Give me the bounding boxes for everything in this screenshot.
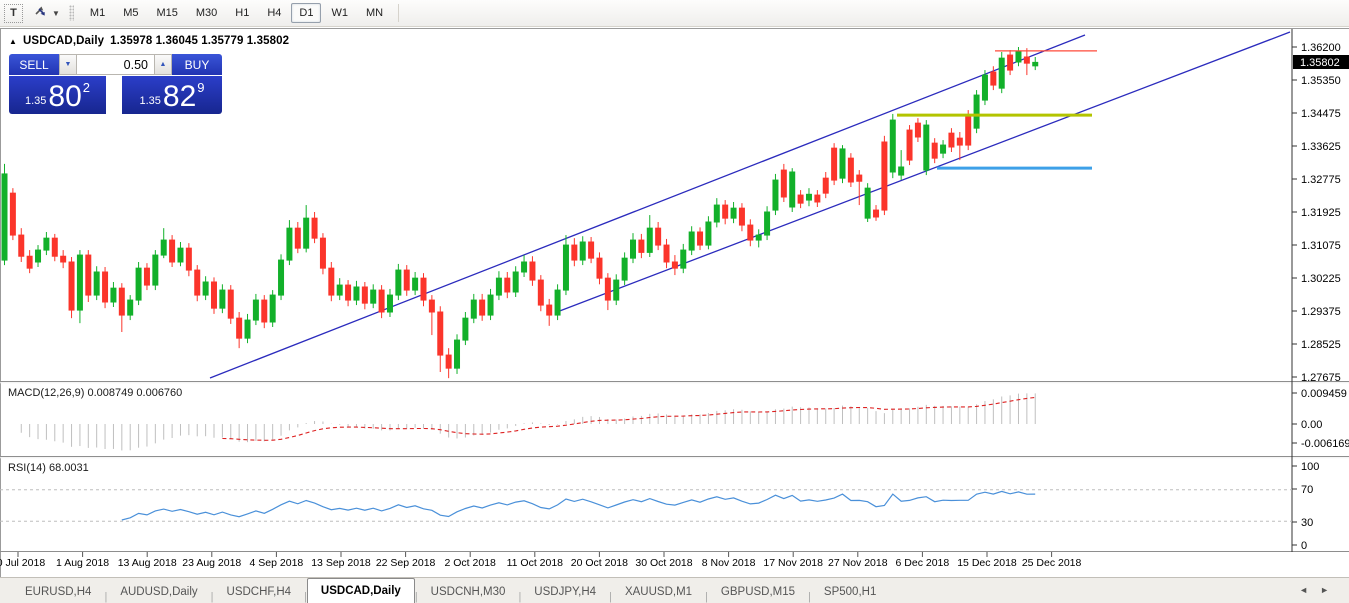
chart-tab-xauusd[interactable]: XAUUSD,M1 [612,581,705,603]
swap-arrows-icon [32,3,48,24]
volume-input[interactable] [77,54,154,75]
volume-decrease-button[interactable]: ▼ [59,54,77,75]
chart-tab-usdjpy[interactable]: USDJPY,H4 [521,581,609,603]
sell-price-prefix: 1.35 [25,95,46,107]
chart-title: ▲ USDCAD,Daily 1.35978 1.36045 1.35779 1… [9,35,289,47]
buy-price-pips: 82 [163,83,196,111]
charts-toolbar-button[interactable]: ▼ [32,3,60,24]
timeframe-button-m30[interactable]: M30 [188,3,225,23]
toolbar-separator [398,4,399,22]
chart-tab-usdcad[interactable]: USDCAD,Daily [307,578,415,603]
chart-tab-usdchf[interactable]: USDCHF,H4 [214,581,305,603]
top-toolbar: T ▼ M1M5M15M30H1H4D1W1MN [0,0,1349,27]
tab-scroll-arrows[interactable]: ◄► [1299,585,1341,595]
chart-tab-gbpusd[interactable]: GBPUSD,M15 [708,581,808,603]
sell-button[interactable]: SELL [9,54,59,75]
toolbar-grip-handle[interactable] [69,5,74,21]
timeframe-button-d1[interactable]: D1 [291,3,321,23]
timeframe-button-m5[interactable]: M5 [115,3,146,23]
buy-button[interactable]: BUY [172,54,222,75]
timeframe-button-group: M1M5M15M30H1H4D1W1MN [81,3,392,23]
scroll-left-icon[interactable]: ◄ [1299,585,1320,595]
macd-indicator-label: MACD(12,26,9) 0.008749 0.006760 [8,387,182,399]
timeframe-button-m15[interactable]: M15 [148,3,185,23]
buy-price-point: 9 [197,80,204,95]
one-click-trading-panel: SELL ▼ ▲ BUY 1.35 80 2 1.35 82 9 [9,54,222,114]
text-label-tool-button[interactable]: T [4,4,23,23]
timeframe-button-mn[interactable]: MN [358,3,391,23]
chart-tab-bar: EURUSD,H4|AUDUSD,Daily|USDCHF,H4|USDCAD,… [0,577,1349,603]
scroll-right-icon[interactable]: ► [1320,585,1341,595]
collapse-triangle-icon[interactable]: ▲ [9,37,17,46]
timeframe-button-m1[interactable]: M1 [82,3,113,23]
sell-price-pips: 80 [48,83,81,111]
sell-price-panel[interactable]: 1.35 80 2 [9,76,106,114]
timeframe-button-h4[interactable]: H4 [259,3,289,23]
rsi-indicator-label: RSI(14) 68.0031 [8,462,89,474]
chart-tab-usdcnh[interactable]: USDCNH,M30 [418,581,519,603]
sell-price-point: 2 [83,80,90,95]
symbol-period-label: USDCAD,Daily [23,35,104,47]
buy-price-prefix: 1.35 [139,95,160,107]
chevron-down-icon: ▼ [52,9,60,18]
chart-tab-audusd[interactable]: AUDUSD,Daily [107,581,210,603]
ohlc-values: 1.35978 1.36045 1.35779 1.35802 [110,35,289,47]
chart-tab-sp500[interactable]: SP500,H1 [811,581,889,603]
timeframe-button-w1[interactable]: W1 [323,3,356,23]
buy-price-panel[interactable]: 1.35 82 9 [122,76,222,114]
chart-window: ▲ USDCAD,Daily 1.35978 1.36045 1.35779 1… [0,28,1349,603]
timeframe-button-h1[interactable]: H1 [227,3,257,23]
volume-increase-button[interactable]: ▲ [154,54,172,75]
chart-tab-eurusd[interactable]: EURUSD,H4 [12,581,104,603]
